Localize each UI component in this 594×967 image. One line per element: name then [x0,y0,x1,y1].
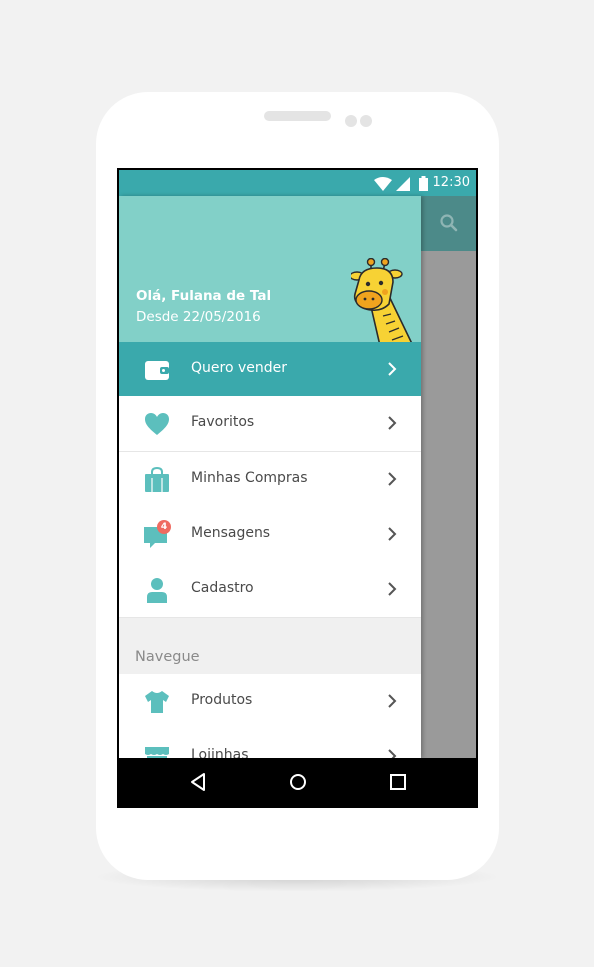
member-since: Desde 22/05/2016 [136,309,261,325]
chevron-right-icon [388,694,397,708]
menu-item-label: Minhas Compras [191,470,308,486]
shopping-bag-icon [145,466,169,492]
heart-icon [145,413,169,435]
chevron-right-icon [388,749,397,758]
search-icon[interactable] [439,213,459,233]
recent-apps-icon[interactable] [390,774,406,790]
phone-camera [345,115,357,127]
wallet-icon [145,361,169,380]
menu-item-mensagens[interactable]: 4 Mensagens [119,507,421,563]
menu-item-minhas-compras[interactable]: Minhas Compras [119,452,421,508]
phone-sensor [360,115,372,127]
status-bar: 12:30 [119,170,476,196]
chevron-right-icon [388,472,397,486]
menu-item-label: Produtos [191,692,253,708]
section-title: Navegue [135,649,200,665]
message-count-badge: 4 [157,520,171,534]
chevron-right-icon [388,416,397,430]
section-header-navegue: Navegue [119,618,421,680]
menu-item-lojinhas[interactable]: Lojinhas [119,729,421,758]
menu-item-quero-vender[interactable]: Quero vender [119,342,421,397]
signal-icon [396,177,410,191]
store-icon [145,747,169,758]
menu-item-label: Lojinhas [191,747,249,758]
chevron-right-icon [388,362,397,376]
menu-item-label: Cadastro [191,580,254,596]
system-navigation-bar [119,758,476,806]
phone-screen: 12:30 Olá, Fulana de Tal Desde 22/05/201… [117,168,478,808]
user-greeting: Olá, Fulana de Tal [136,288,272,304]
menu-item-produtos[interactable]: Produtos [119,674,421,730]
menu-item-label: Mensagens [191,525,271,541]
menu-item-label: Quero vender [191,360,287,376]
chevron-right-icon [388,527,397,541]
back-icon[interactable] [189,772,207,792]
home-icon[interactable] [289,773,307,791]
chat-icon-wrapper: 4 [143,520,171,549]
menu-item-cadastro[interactable]: Cadastro [119,562,421,618]
navigation-drawer: Olá, Fulana de Tal Desde 22/05/2016 Quer… [119,196,421,758]
shirt-icon [145,691,169,713]
phone-speaker [264,111,331,121]
user-icon [147,578,167,603]
chevron-right-icon [388,582,397,596]
drawer-header: Olá, Fulana de Tal Desde 22/05/2016 [119,196,421,342]
giraffe-mascot-icon [351,258,413,342]
battery-icon [419,176,428,191]
menu-item-label: Favoritos [191,414,255,430]
app-toolbar [421,196,476,251]
menu-item-favoritos[interactable]: Favoritos [119,396,421,452]
status-time: 12:30 [432,175,470,190]
wifi-icon [374,177,392,191]
